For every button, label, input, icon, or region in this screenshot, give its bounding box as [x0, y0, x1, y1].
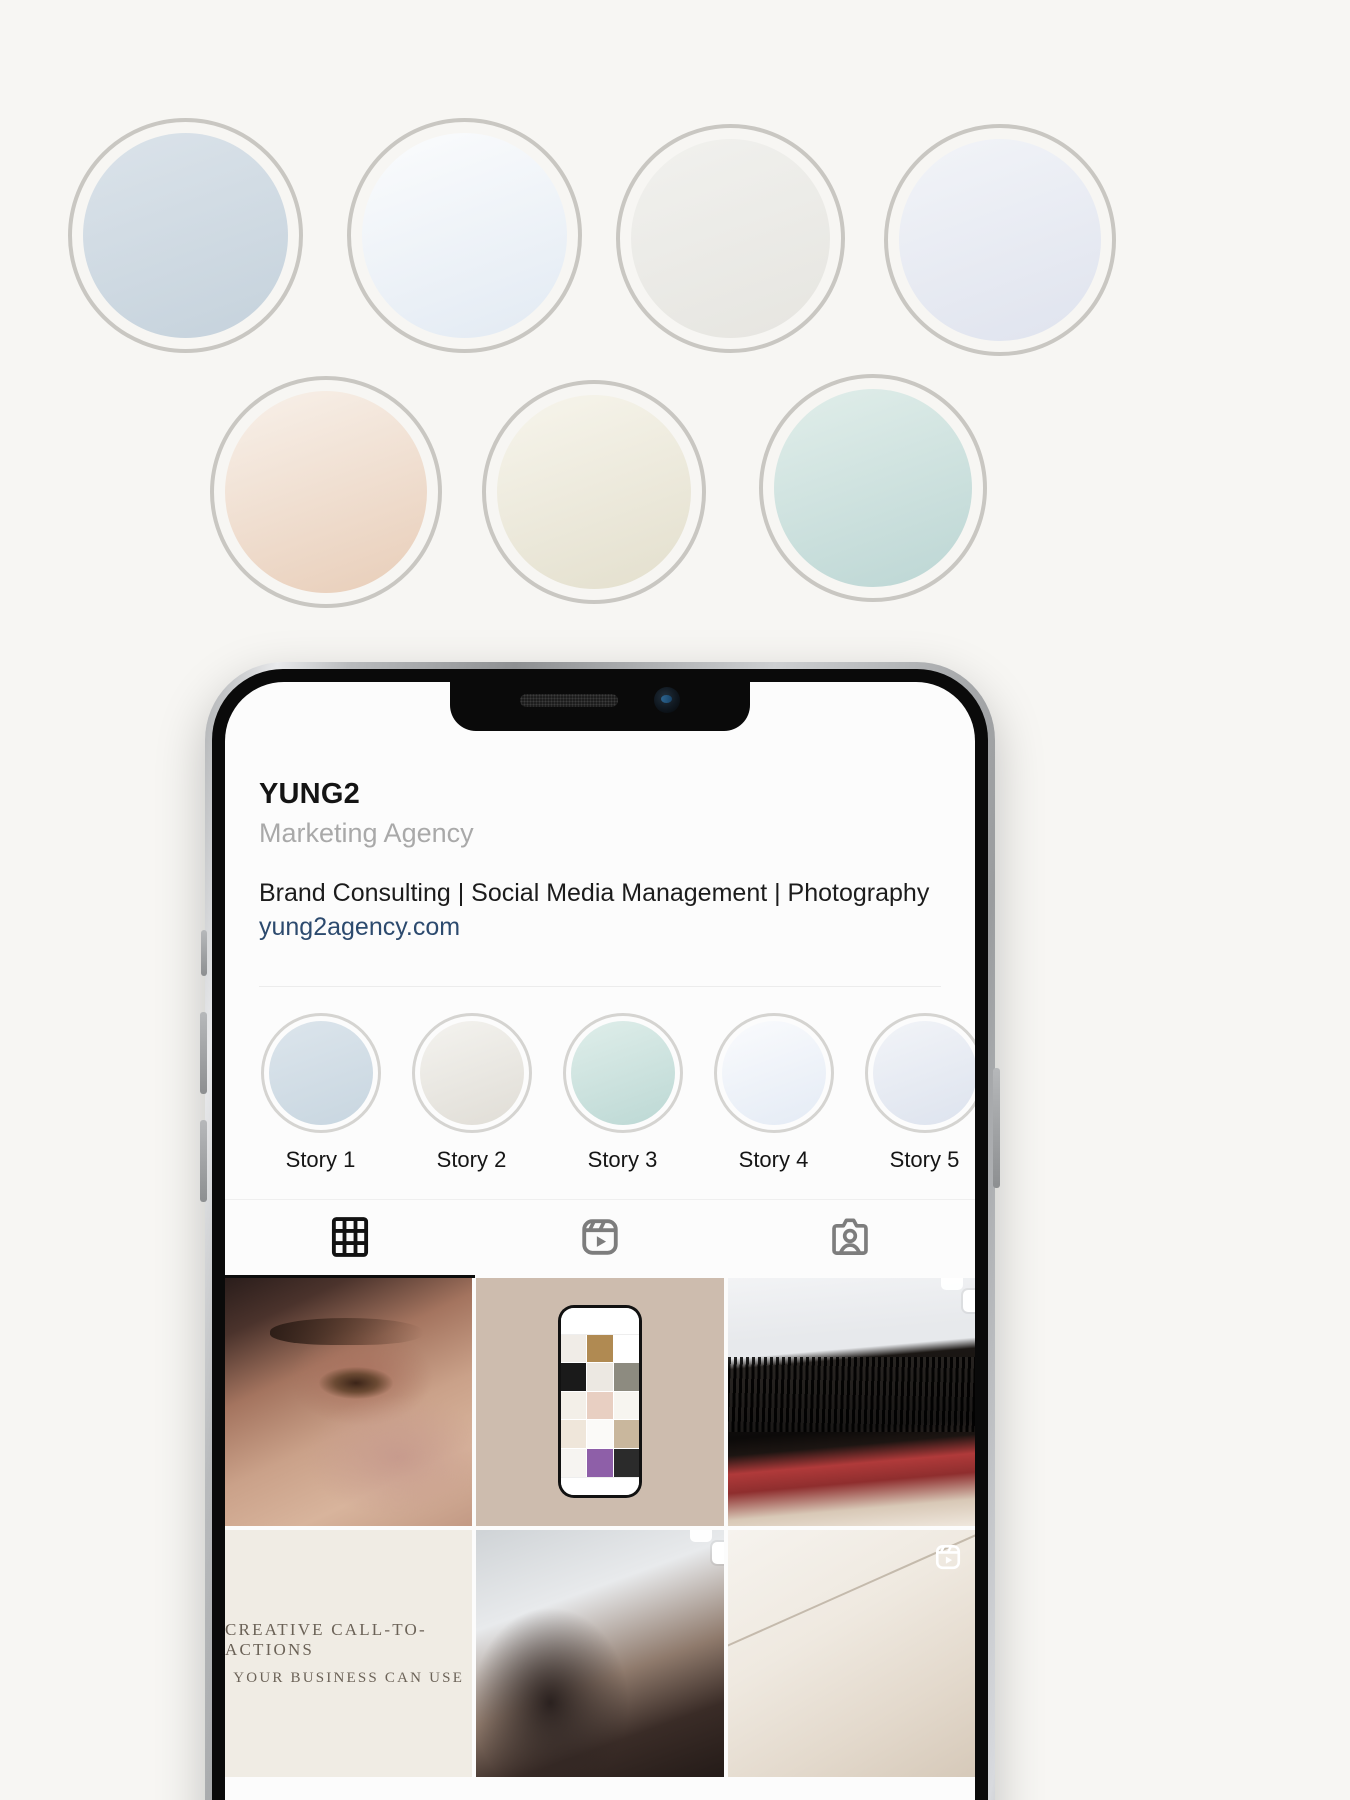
highlight-story-1[interactable]: Story 1 — [245, 1013, 396, 1173]
post-5-image — [476, 1529, 724, 1777]
phone-bezel: YUNG2 Marketing Agency Brand Consulting … — [212, 669, 988, 1800]
tab-reels[interactable] — [475, 1200, 725, 1278]
phone-screen: YUNG2 Marketing Agency Brand Consulting … — [225, 682, 975, 1800]
page-root: YUNG2 Marketing Agency Brand Consulting … — [0, 0, 1350, 1800]
story-highlights-row[interactable]: Story 1 Story 2 Story 3 Story 4 Story 5 — [225, 987, 975, 1173]
highlight-story-4[interactable]: Story 4 — [698, 1013, 849, 1173]
post-2[interactable] — [476, 1278, 724, 1526]
highlight-story-5[interactable]: Story 5 — [849, 1013, 975, 1173]
profile-category: Marketing Agency — [259, 818, 474, 848]
highlight-4-ring — [713, 1013, 834, 1134]
volume-down-button[interactable] — [200, 1120, 207, 1202]
post-4[interactable]: CREATIVE CALL-TO-ACTIONS YOUR BUSINESS C… — [225, 1529, 473, 1777]
swatch-4[interactable] — [884, 124, 1116, 356]
phone-mockup: YUNG2 Marketing Agency Brand Consulting … — [200, 662, 1000, 1800]
swatch-6[interactable] — [482, 380, 706, 604]
volume-up-button[interactable] — [200, 1012, 207, 1094]
front-camera-icon — [654, 687, 680, 713]
swatch-1[interactable] — [68, 118, 303, 353]
profile-tab-bar — [225, 1199, 975, 1279]
mini-phone-mockup — [557, 1305, 643, 1499]
highlight-1-cover — [268, 1021, 373, 1126]
highlight-5-ring — [864, 1013, 975, 1134]
highlight-2-label: Story 2 — [436, 1147, 507, 1173]
post-2-image — [476, 1278, 724, 1526]
post-1[interactable] — [225, 1278, 473, 1526]
highlight-4-label: Story 4 — [738, 1147, 809, 1173]
post-4-line-1: CREATIVE CALL-TO-ACTIONS — [225, 1619, 427, 1659]
highlight-5-label: Story 5 — [889, 1147, 960, 1173]
swatch-3[interactable] — [616, 124, 845, 353]
highlight-5-cover — [872, 1021, 975, 1126]
tab-grid[interactable] — [225, 1200, 475, 1279]
swatch-5-fill — [225, 391, 427, 593]
profile-handle: YUNG2 — [259, 778, 360, 810]
highlight-3-cover — [570, 1021, 675, 1126]
notch — [450, 669, 750, 731]
highlight-3-label: Story 3 — [587, 1147, 658, 1173]
swatch-6-fill — [497, 395, 691, 589]
swatch-7-fill — [774, 389, 972, 587]
post-3-image — [727, 1278, 975, 1526]
highlight-2-cover — [419, 1021, 524, 1126]
tab-tagged[interactable] — [725, 1200, 975, 1278]
swatch-5[interactable] — [210, 376, 442, 608]
phone-frame: YUNG2 Marketing Agency Brand Consulting … — [200, 662, 1000, 1800]
mini-phone-header — [560, 1308, 640, 1335]
highlight-3-ring — [562, 1013, 683, 1134]
highlight-story-2[interactable]: Story 2 — [396, 1013, 547, 1173]
highlight-story-3[interactable]: Story 3 — [547, 1013, 698, 1173]
post-1-image — [225, 1278, 473, 1526]
profile-website-link[interactable]: yung2agency.com — [259, 913, 941, 942]
post-6-overlay — [933, 1542, 963, 1577]
highlight-2-ring — [411, 1013, 532, 1134]
highlight-1-label: Story 1 — [285, 1147, 356, 1173]
swatch-1-fill — [83, 133, 288, 338]
swatch-2-fill — [362, 133, 567, 338]
highlight-1-ring — [260, 1013, 381, 1134]
grid-icon — [328, 1215, 372, 1264]
post-4-image: CREATIVE CALL-TO-ACTIONS YOUR BUSINESS C… — [225, 1529, 473, 1777]
swatch-7[interactable] — [759, 374, 987, 602]
swatch-2[interactable] — [347, 118, 582, 353]
mini-phone-tabbar — [560, 1476, 640, 1496]
mini-phone-screen — [560, 1308, 640, 1496]
mini-phone-grid — [560, 1334, 640, 1477]
reels-icon — [933, 1544, 963, 1576]
highlight-4-cover — [721, 1021, 826, 1126]
swatch-3-fill — [631, 139, 830, 338]
swatch-board — [0, 0, 1350, 650]
speaker-grille-icon — [520, 693, 618, 707]
instagram-profile: YUNG2 Marketing Agency Brand Consulting … — [225, 682, 975, 1800]
power-button[interactable] — [993, 1068, 1000, 1188]
profile-bio-text: Brand Consulting | Social Media Manageme… — [259, 879, 930, 907]
post-grid: CREATIVE CALL-TO-ACTIONS YOUR BUSINESS C… — [225, 1278, 975, 1777]
reels-icon — [578, 1215, 622, 1264]
mute-switch[interactable] — [201, 930, 207, 976]
post-4-line-2: YOUR BUSINESS CAN USE — [233, 1669, 465, 1686]
post-5[interactable] — [476, 1529, 724, 1777]
swatch-4-fill — [899, 139, 1101, 341]
post-6[interactable] — [727, 1529, 975, 1777]
tagged-person-icon — [828, 1215, 872, 1264]
post-3[interactable] — [727, 1278, 975, 1526]
